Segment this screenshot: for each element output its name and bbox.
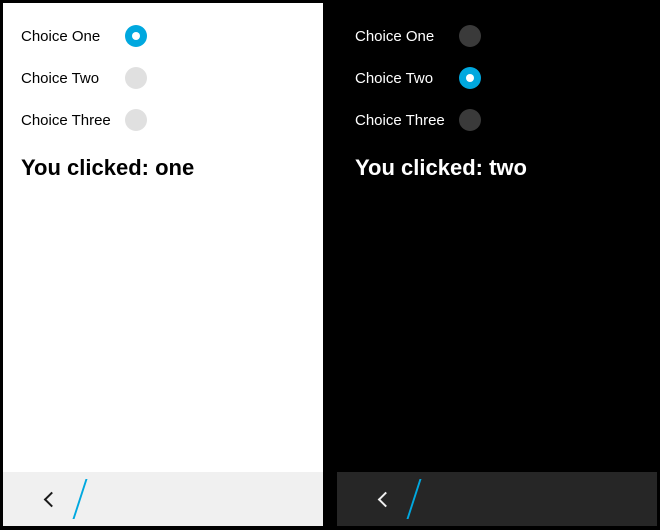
- option-row-one[interactable]: Choice One: [21, 19, 305, 61]
- status-text: You clicked: two: [337, 145, 657, 181]
- option-label: Choice Two: [355, 70, 445, 87]
- option-row-two[interactable]: Choice Two: [21, 61, 305, 103]
- screen-dark: Choice One Choice Two Choice Three You c…: [337, 3, 657, 526]
- option-row-three[interactable]: Choice Three: [21, 103, 305, 145]
- spacer: [3, 181, 323, 472]
- option-row-one[interactable]: Choice One: [355, 19, 639, 61]
- radio-button[interactable]: [125, 109, 147, 131]
- back-button[interactable]: [337, 472, 411, 526]
- option-label: Choice Three: [355, 112, 445, 129]
- radio-button[interactable]: [459, 67, 481, 89]
- divider-accent-icon: [73, 479, 88, 519]
- option-label: Choice One: [355, 28, 445, 45]
- chevron-left-icon: [44, 491, 60, 507]
- option-row-three[interactable]: Choice Three: [355, 103, 639, 145]
- option-label: Choice One: [21, 28, 111, 45]
- screen-light: Choice One Choice Two Choice Three You c…: [3, 3, 323, 526]
- option-row-two[interactable]: Choice Two: [355, 61, 639, 103]
- radio-group-light: Choice One Choice Two Choice Three: [3, 3, 323, 145]
- back-button[interactable]: [3, 472, 77, 526]
- chevron-left-icon: [378, 491, 394, 507]
- radio-button[interactable]: [459, 109, 481, 131]
- bottom-bar: [3, 472, 323, 526]
- spacer: [337, 181, 657, 472]
- radio-group-dark: Choice One Choice Two Choice Three: [337, 3, 657, 145]
- radio-button[interactable]: [125, 25, 147, 47]
- option-label: Choice Three: [21, 112, 111, 129]
- bottom-bar: [337, 472, 657, 526]
- divider-accent-icon: [407, 479, 422, 519]
- radio-button[interactable]: [125, 67, 147, 89]
- status-text: You clicked: one: [3, 145, 323, 181]
- option-label: Choice Two: [21, 70, 111, 87]
- radio-button[interactable]: [459, 25, 481, 47]
